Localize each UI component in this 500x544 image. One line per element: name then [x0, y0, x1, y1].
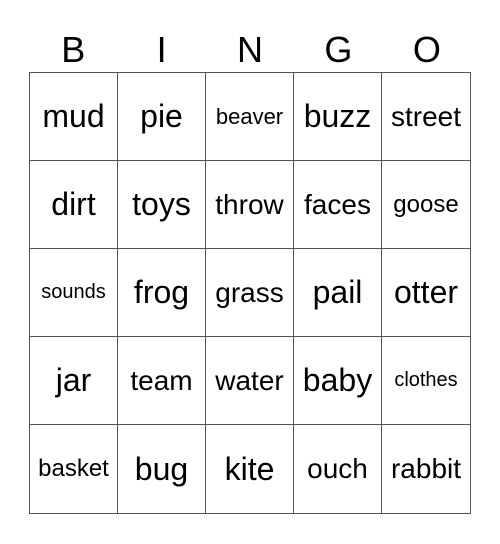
header-letter-g: G	[324, 29, 353, 70]
bingo-cell[interactable]: water	[206, 337, 294, 425]
bingo-header: B I N G O	[29, 28, 471, 72]
bingo-cell[interactable]: faces	[294, 161, 382, 249]
bingo-cell[interactable]: rabbit	[382, 425, 470, 513]
bingo-cell[interactable]: kite	[206, 425, 294, 513]
header-letter-i: I	[156, 29, 167, 70]
bingo-cell[interactable]: baby	[294, 337, 382, 425]
bingo-cell[interactable]: basket	[30, 425, 118, 513]
bingo-cell[interactable]: throw	[206, 161, 294, 249]
bingo-cell[interactable]: goose	[382, 161, 470, 249]
bingo-cell[interactable]: toys	[118, 161, 206, 249]
bingo-cell[interactable]: bug	[118, 425, 206, 513]
bingo-cell[interactable]: pail	[294, 249, 382, 337]
bingo-cell[interactable]: dirt	[30, 161, 118, 249]
bingo-cell[interactable]: street	[382, 73, 470, 161]
bingo-grid: mud pie beaver buzz street dirt toys thr…	[29, 72, 471, 514]
header-letter-n: N	[237, 29, 264, 70]
bingo-cell[interactable]: sounds	[30, 249, 118, 337]
bingo-cell[interactable]: frog	[118, 249, 206, 337]
bingo-cell[interactable]: pie	[118, 73, 206, 161]
bingo-cell[interactable]: team	[118, 337, 206, 425]
header-letter-b: B	[61, 29, 86, 70]
bingo-cell[interactable]: buzz	[294, 73, 382, 161]
bingo-cell[interactable]: mud	[30, 73, 118, 161]
bingo-cell[interactable]: clothes	[382, 337, 470, 425]
bingo-cell[interactable]: jar	[30, 337, 118, 425]
bingo-cell[interactable]: otter	[382, 249, 470, 337]
bingo-cell[interactable]: grass	[206, 249, 294, 337]
bingo-cell[interactable]: ouch	[294, 425, 382, 513]
bingo-cell[interactable]: beaver	[206, 73, 294, 161]
header-letter-o: O	[412, 29, 441, 70]
